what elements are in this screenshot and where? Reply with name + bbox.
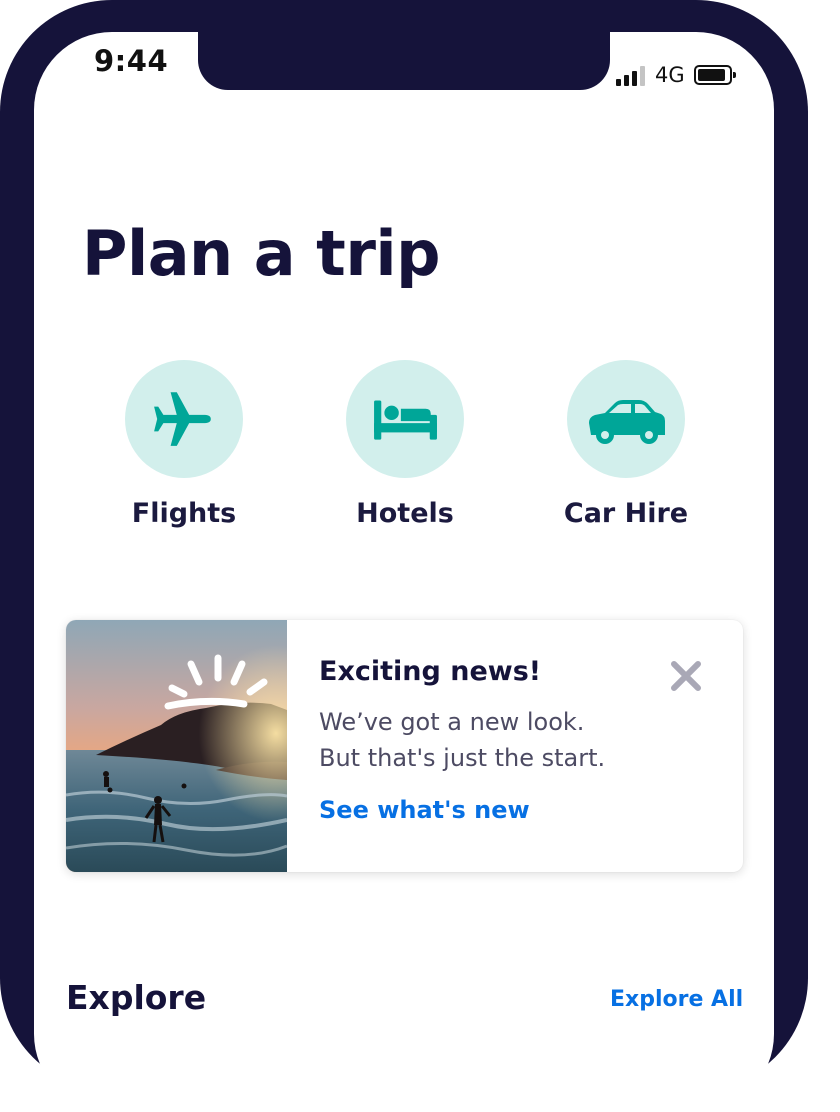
hotels-icon-circle — [346, 360, 464, 478]
see-whats-new-link[interactable]: See what's new — [319, 796, 530, 824]
phone-notch — [198, 32, 610, 90]
phone-frame: 9:44 4G Plan a trip Flights Hotels Car H… — [0, 0, 808, 1112]
battery-icon — [693, 65, 736, 85]
flights-button[interactable]: Flights — [104, 360, 264, 529]
explore-heading: Explore — [66, 978, 207, 1017]
airplane-icon — [154, 392, 211, 446]
status-time: 9:44 — [94, 44, 169, 78]
car-hire-button[interactable]: Car Hire — [546, 360, 706, 529]
promo-text-line-1: We’ve got a new look. — [319, 708, 585, 736]
page-title: Plan a trip — [82, 217, 441, 290]
phone-screen: 9:44 4G Plan a trip Flights Hotels Car H… — [34, 32, 774, 1112]
signal-icon — [616, 64, 645, 86]
car-hire-icon-circle — [567, 360, 685, 478]
beach-sunset-photo — [66, 620, 287, 872]
promo-text-line-2: But that's just the start. — [319, 744, 606, 772]
bed-icon — [374, 400, 437, 440]
hotels-button[interactable]: Hotels — [325, 360, 485, 529]
flights-label: Flights — [131, 498, 237, 529]
hotels-label: Hotels — [356, 498, 454, 529]
network-type: 4G — [655, 63, 685, 87]
close-icon — [671, 661, 701, 691]
promo-text: We’ve got a new look. But that's just th… — [319, 704, 649, 776]
status-indicators: 4G — [616, 62, 736, 88]
promo-title: Exciting news! — [319, 656, 542, 687]
car-hire-label: Car Hire — [563, 498, 689, 529]
promo-close-button[interactable] — [666, 656, 706, 696]
flights-icon-circle — [125, 360, 243, 478]
promo-card: Exciting news! We’ve got a new look. But… — [66, 620, 743, 872]
car-icon — [589, 400, 665, 444]
